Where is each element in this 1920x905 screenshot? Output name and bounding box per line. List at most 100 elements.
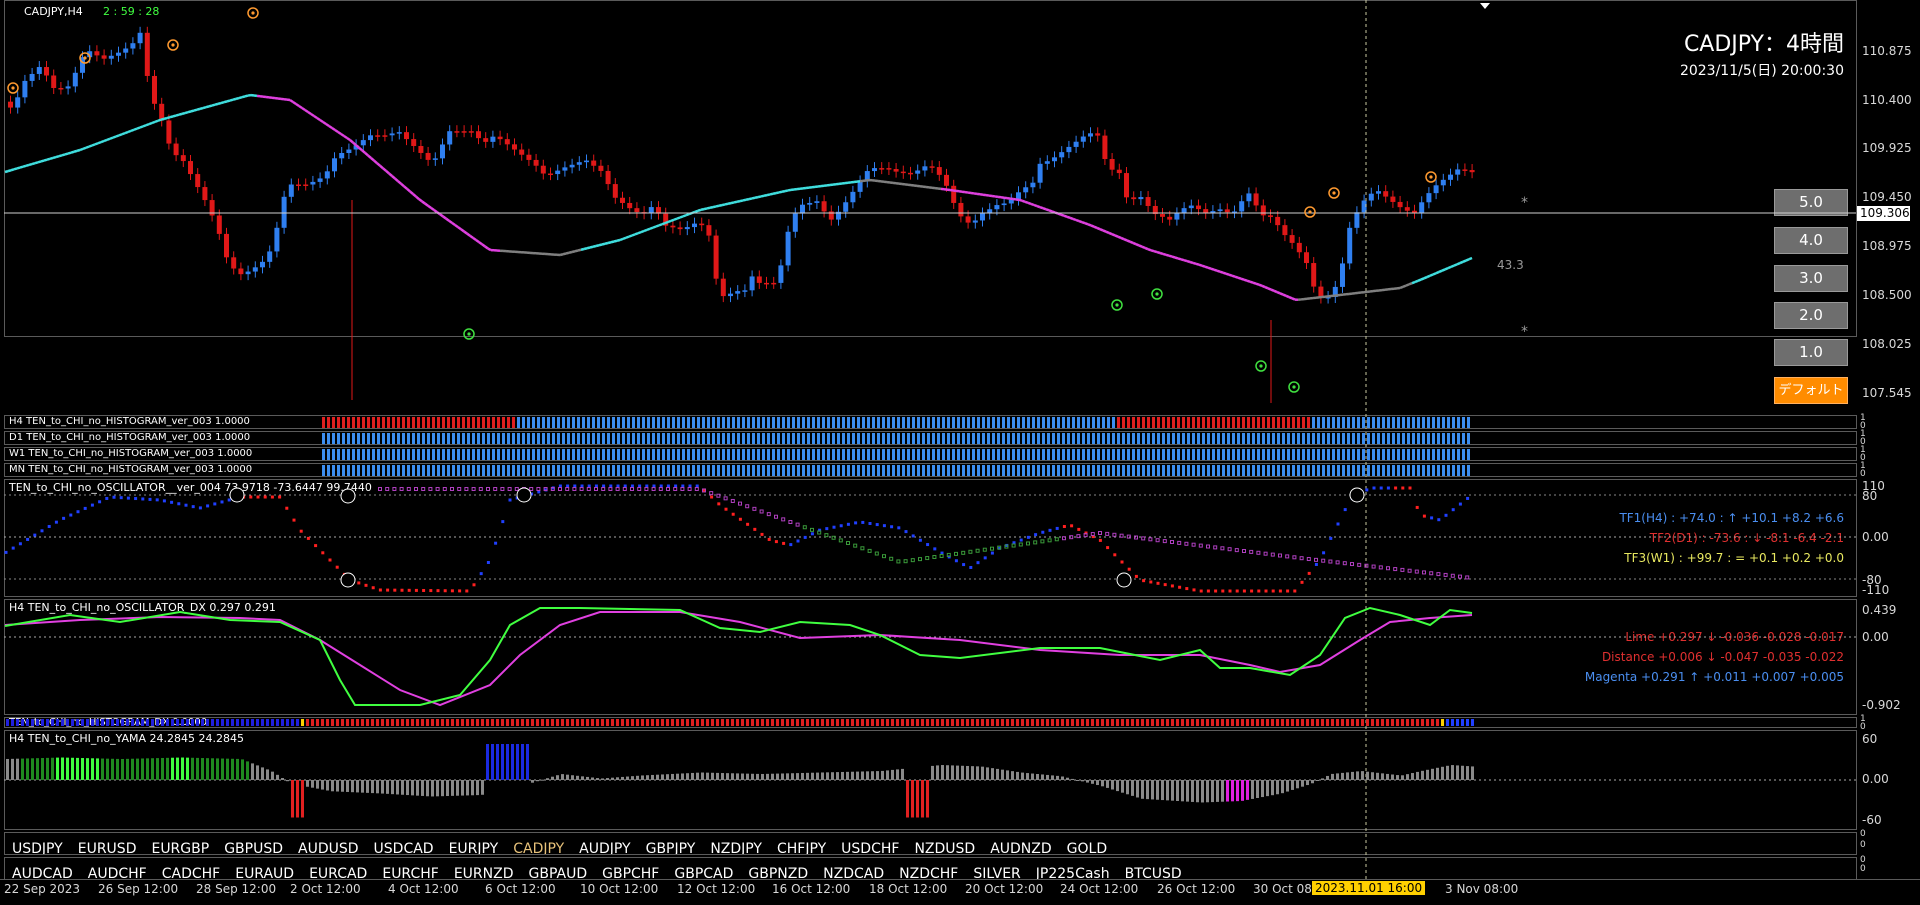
symbol-button-silver[interactable]: SILVER [973,866,1020,879]
symbol-button-eurcad[interactable]: EURCAD [309,866,367,879]
bar-countdown: 2 : 59 : 28 [103,5,159,18]
hist-dx-axis: 0 [1860,722,1866,732]
price-tick: 107.545 [1862,386,1912,400]
symbol-button-eurchf[interactable]: EURCHF [382,866,438,879]
histogram-h4: H4 TEN_to_CHI_no_HISTOGRAM_ver_003 1.000… [4,415,1857,429]
hist-axis-label: 0 [1860,469,1866,479]
time-tick: 28 Sep 12:00 [196,882,276,896]
yama-title: H4 TEN_to_CHI_no_YAMA 24.2845 24.2845 [9,732,244,745]
symbol-button-nzdjpy[interactable]: NZDJPY [710,841,762,855]
default-button[interactable]: デフォルト [1774,377,1848,404]
histogram-d1: D1 TEN_to_CHI_no_HISTOGRAM_ver_003 1.000… [4,431,1857,445]
asterisk-marker: * [1521,324,1528,340]
symbol-button-gold[interactable]: GOLD [1067,841,1107,855]
zoom-2-button[interactable]: 2.0 [1774,302,1848,329]
symbol-button-eurusd[interactable]: EURUSD [78,841,137,855]
price-tick: 109.925 [1862,141,1912,155]
symbol-button-cadchf[interactable]: CADCHF [162,866,221,879]
symbol-button-gbpcad[interactable]: GBPCAD [674,866,733,879]
signal-marker-dot [1292,385,1295,388]
signal-marker-buy [1256,361,1266,371]
price-tick: 108.975 [1862,239,1912,253]
histogram-mn: MN TEN_to_CHI_no_HISTOGRAM_ver_003 1.000… [4,463,1857,477]
lime-readout: Lime +0.297 ↓ -0.036 -0.028 -0.017 [1625,630,1844,644]
time-tick: 6 Oct 12:00 [485,882,556,896]
symbol-row-2: AUDCAD AUDCHF CADCHF EURAUD EURCAD EURCHF EURN… [4,857,1857,879]
symbol-button-audusd[interactable]: AUDUSD [298,841,359,855]
time-axis [0,879,1920,905]
symbol-button-nzdusd[interactable]: NZDUSD [914,841,975,855]
symbol-button-audnzd[interactable]: AUDNZD [990,841,1051,855]
symbol-button-eurjpy[interactable]: EURJPY [449,841,499,855]
zoom-1-button[interactable]: 1.0 [1774,339,1848,366]
tf2-readout: TF2(D1) : -73.6 : ↓ -8.1 -6.4 -2.1 [1650,531,1844,545]
time-tick: 12 Oct 12:00 [677,882,755,896]
symbol-button-usdcad[interactable]: USDCAD [374,841,434,855]
chart-datetime: 2023/11/5(日) 20:00:30 [1680,60,1844,80]
symbol-button-audcad[interactable]: AUDCAD [12,866,73,879]
yama-axis-label: 60 [1862,732,1877,746]
yama-pane[interactable]: H4 TEN_to_CHI_no_YAMA 24.2845 24.2845 [4,730,1857,830]
oscillator-title: TEN_to_CHI_no_OSCILLATOR__ver_004 73.971… [9,481,372,494]
symbol-button-audchf[interactable]: AUDCHF [88,866,147,879]
symbol-button-euraud[interactable]: EURAUD [235,866,294,879]
symbol-button-usdjpy[interactable]: USDJPY [12,841,63,855]
symbol-button-gbpchf[interactable]: GBPCHF [602,866,659,879]
time-tick: 24 Oct 12:00 [1060,882,1138,896]
yama-axis-label: 0.00 [1862,772,1889,786]
annotation-value: 43.3 [1497,258,1524,272]
price-tick: 109.450 [1862,190,1912,204]
symbol-button-chfjpy[interactable]: CHFJPY [777,841,826,855]
symbol-button-gbpusd[interactable]: GBPUSD [224,841,283,855]
symbol-button-gbpnzd[interactable]: GBPNZD [748,866,808,879]
time-tick: 16 Oct 12:00 [772,882,850,896]
price-tick: 110.400 [1862,93,1912,107]
time-tick: 3 Nov 08:00 [1445,882,1518,896]
histogram-mn-title: MN TEN_to_CHI_no_HISTOGRAM_ver_003 1.000… [9,464,252,475]
time-tick: 20 Oct 12:00 [965,882,1043,896]
asterisk-marker: * [1521,195,1528,211]
symbol-button-eurgbp[interactable]: EURGBP [151,841,209,855]
histogram-d1-title: D1 TEN_to_CHI_no_HISTOGRAM_ver_003 1.000… [9,432,250,443]
time-tick: 26 Oct 12:00 [1157,882,1235,896]
symbol-button-cadjpy[interactable]: CADJPY [513,841,564,855]
osc-axis-label: 0.00 [1862,530,1889,544]
distance-readout: Distance +0.006 ↓ -0.047 -0.035 -0.022 [1602,650,1844,664]
hist-dx-title: TEN_to_CHI_no_HISTOGRAM_DX 0.0000 [9,717,207,728]
hist-dx-pane: TEN_to_CHI_no_HISTOGRAM_DX 0.0000 [4,717,1857,728]
main-chart[interactable] [4,0,1857,337]
price-tick: 110.875 [1862,44,1912,58]
row-axis: 0 [1860,864,1866,874]
time-tick: 10 Oct 12:00 [580,882,658,896]
signal-marker-dot [1259,364,1262,367]
tf3-readout: TF3(W1) : +99.7 : = +0.1 +0.2 +0.0 [1624,551,1844,565]
row-axis: 0 [1860,840,1866,850]
histogram-w1-title: W1 TEN_to_CHI_no_HISTOGRAM_ver_003 1.000… [9,448,252,459]
symbol-button-audjpy[interactable]: AUDJPY [579,841,630,855]
symbol-button-eurnzd[interactable]: EURNZD [454,866,514,879]
dx-axis-label: -0.902 [1862,698,1901,712]
osc-axis-label: 80 [1862,489,1877,503]
symbol-button-nzdchf[interactable]: NZDCHF [899,866,958,879]
magenta-readout: Magenta +0.291 ↑ +0.011 +0.007 +0.005 [1585,670,1844,684]
symbol-button-nzdcad[interactable]: NZDCAD [823,866,884,879]
dx-axis-label: 0.439 [1862,603,1896,617]
time-tick: 4 Oct 12:00 [388,882,459,896]
symbol-button-gbpjpy[interactable]: GBPJPY [646,841,696,855]
zoom-4-button[interactable]: 4.0 [1774,227,1848,254]
tf1-readout: TF1(H4) : +74.0 : ↑ +10.1 +8.2 +6.6 [1619,511,1844,525]
cursor-time-label: 2023.11.01 16:00 [1312,881,1425,895]
dx-pane[interactable]: H4 TEN_to_CHI_no_OSCILLATOR_DX 0.297 0.2… [4,599,1857,715]
symbol-button-btcusd[interactable]: BTCUSD [1125,866,1182,879]
zoom-3-button[interactable]: 3.0 [1774,265,1848,292]
symbol-button-jp225cash[interactable]: JP225Cash [1036,866,1110,879]
symbol-button-gbpaud[interactable]: GBPAUD [529,866,588,879]
signal-marker-buy [1289,382,1299,392]
oscillator-pane[interactable]: TEN_to_CHI_no_OSCILLATOR__ver_004 73.971… [4,479,1857,597]
row-axis: 0 [1860,829,1866,839]
price-tick: 108.500 [1862,288,1912,302]
zoom-5-button[interactable]: 5.0 [1774,189,1848,216]
symbol-button-usdchf[interactable]: USDCHF [841,841,899,855]
dx-axis-label: 0.00 [1862,630,1889,644]
current-price-label: 109.306 [1857,206,1910,221]
